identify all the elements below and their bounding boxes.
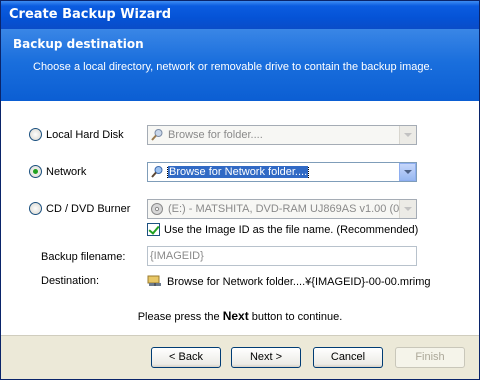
cancel-button[interactable]: Cancel <box>313 347 383 368</box>
backup-filename-label: Backup filename: <box>41 251 126 263</box>
backup-filename-field[interactable]: {IMAGEID} <box>147 246 417 266</box>
network-folder-icon <box>147 273 163 290</box>
network-folder-value: Browse for Network folder.... <box>166 166 310 178</box>
local-hard-disk-radio[interactable] <box>29 128 42 141</box>
instruction-next-word: Next <box>222 309 249 323</box>
local-folder-value: Browse for folder.... <box>168 129 263 141</box>
header-title: Backup destination <box>13 37 144 51</box>
use-image-id-label: Use the Image ID as the file name. (Reco… <box>164 223 419 236</box>
destination-path: Browse for Network folder....¥{IMAGEID}-… <box>147 273 430 290</box>
cd-dvd-option[interactable]: CD / DVD Burner <box>29 202 130 215</box>
cd-drive-icon <box>148 200 166 218</box>
back-button[interactable]: < Back <box>151 347 221 368</box>
button-bar: < Back Next > Cancel Finish <box>1 335 479 379</box>
cd-drive-combo[interactable]: (E:) - MATSHITA, DVD-RAM UJ869AS v1.00 (… <box>147 199 417 219</box>
cd-drive-value: (E:) - MATSHITA, DVD-RAM UJ869AS v1.00 (… <box>168 203 399 215</box>
network-label: Network <box>46 165 87 178</box>
cd-dvd-label: CD / DVD Burner <box>46 202 131 215</box>
next-button[interactable]: Next > <box>231 347 301 368</box>
instruction-text: Please press the Next button to continue… <box>137 309 343 323</box>
chevron-down-icon[interactable] <box>399 163 416 181</box>
local-hard-disk-label: Local Hard Disk <box>46 128 124 141</box>
title-bar: Create Backup Wizard <box>1 1 479 29</box>
network-search-icon <box>148 163 166 181</box>
local-folder-combo[interactable]: Browse for folder.... <box>147 125 417 145</box>
header-panel: Backup destination Choose a local direct… <box>1 29 479 101</box>
destination-value: Browse for Network folder....¥{IMAGEID}-… <box>167 275 431 288</box>
wizard-window: Create Backup Wizard Backup destination … <box>0 0 480 380</box>
finish-button[interactable]: Finish <box>395 347 465 368</box>
use-image-id-option[interactable]: Use the Image ID as the file name. (Reco… <box>147 223 418 236</box>
network-option[interactable]: Network <box>29 165 86 178</box>
use-image-id-checkbox[interactable] <box>147 223 160 236</box>
network-radio[interactable] <box>29 165 42 178</box>
local-hard-disk-option[interactable]: Local Hard Disk <box>29 128 124 141</box>
header-subtitle: Choose a local directory, network or rem… <box>33 61 433 73</box>
folder-search-icon <box>148 126 166 144</box>
network-folder-combo[interactable]: Browse for Network folder.... <box>147 162 417 182</box>
chevron-down-icon[interactable] <box>399 126 416 144</box>
cd-dvd-radio[interactable] <box>29 202 42 215</box>
destination-label: Destination: <box>41 275 100 287</box>
chevron-down-icon[interactable] <box>399 200 416 218</box>
